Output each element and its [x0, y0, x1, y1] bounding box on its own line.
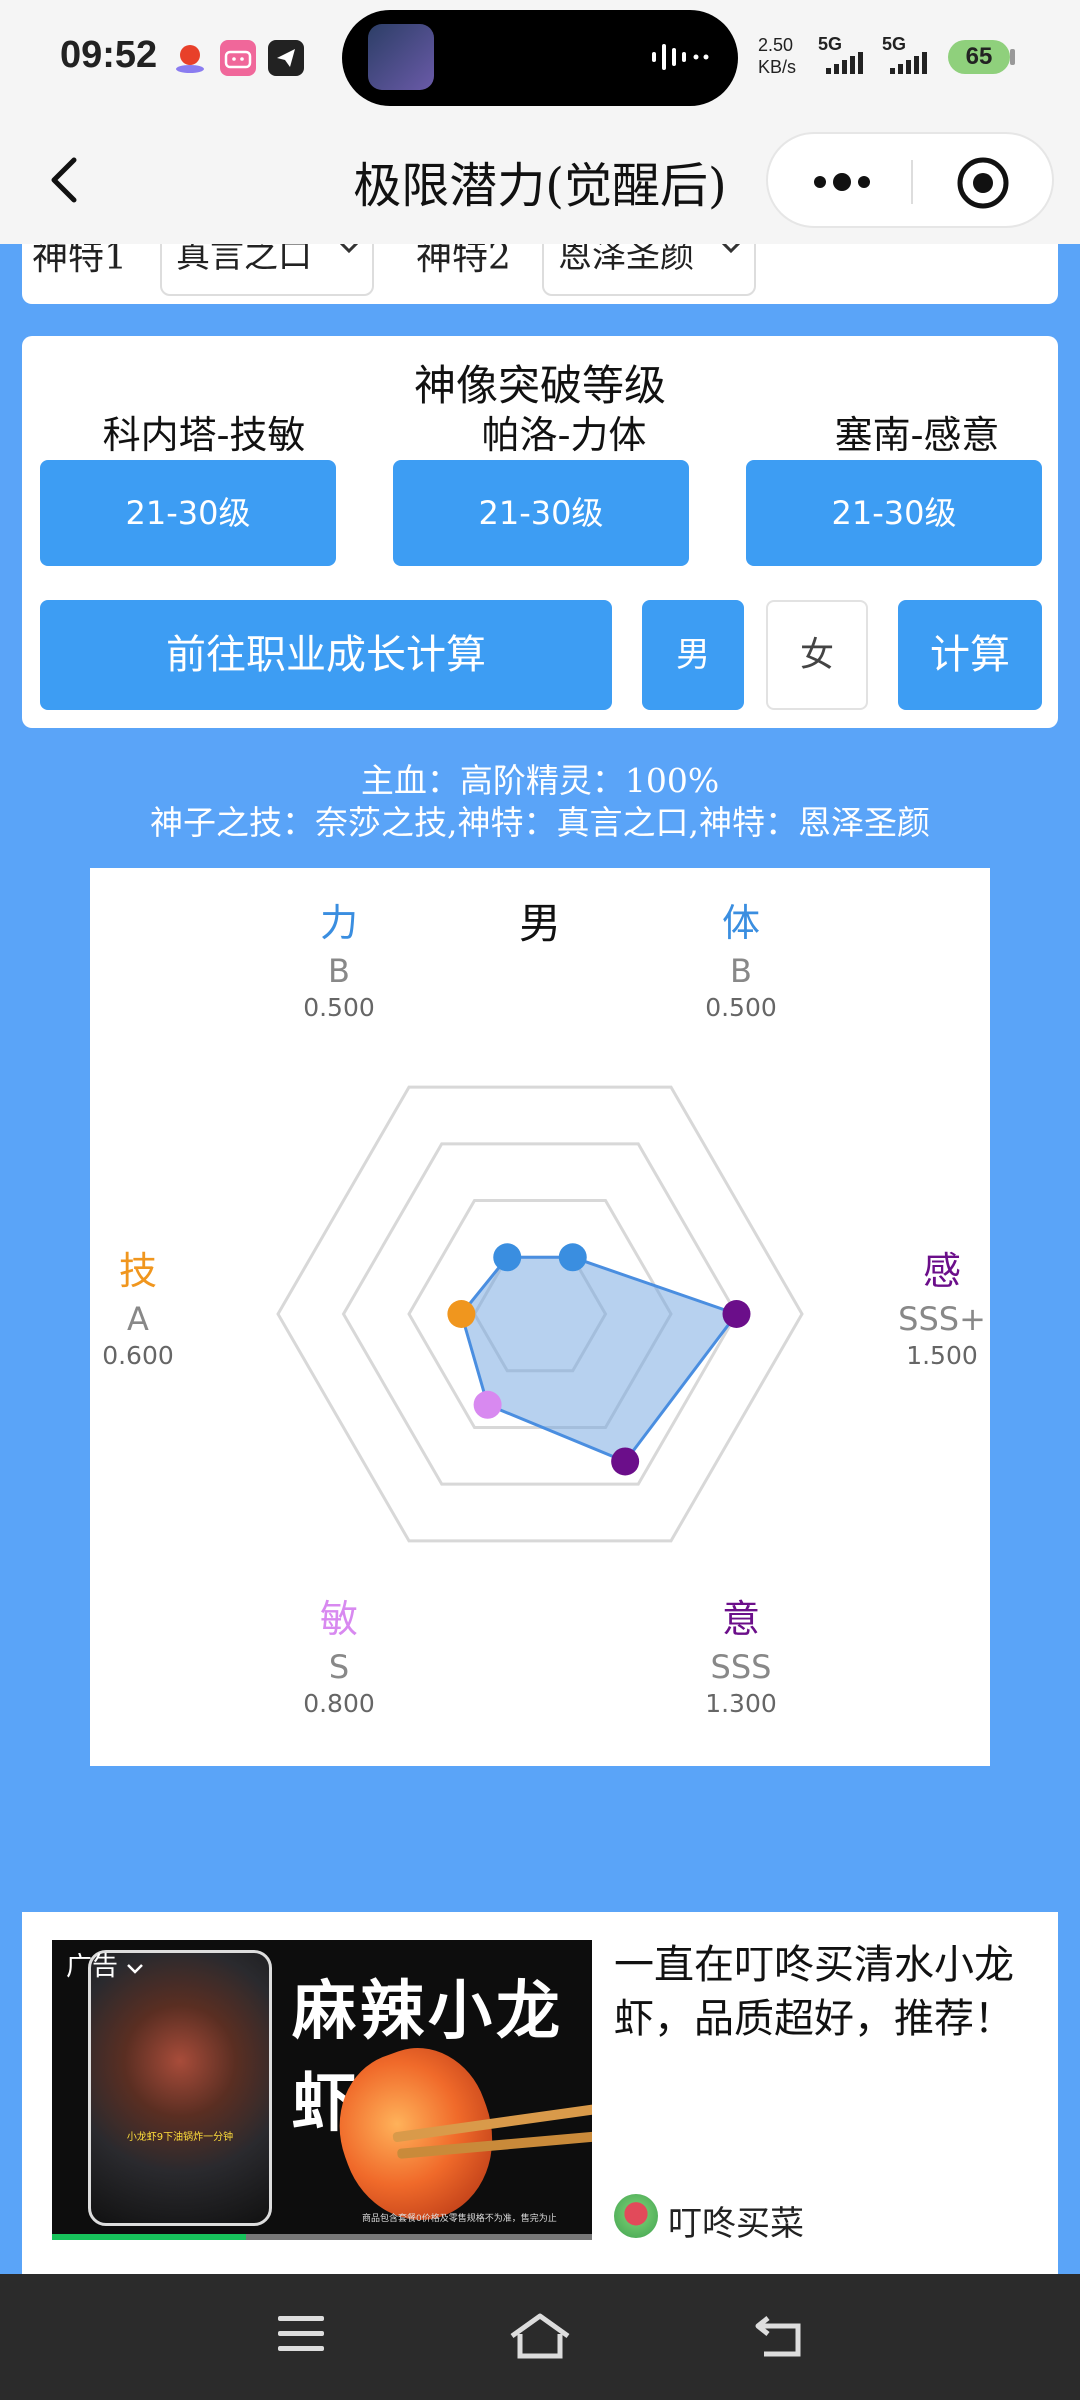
signal1-bars-icon — [826, 52, 863, 74]
ad-card[interactable]: 广告 小龙虾9下油锅炸一分钟 麻辣小龙虾 商品包含套餐0价格及零售规格不为准，售… — [22, 1912, 1058, 2276]
ad-image[interactable]: 广告 小龙虾9下油锅炸一分钟 麻辣小龙虾 商品包含套餐0价格及零售规格不为准，售… — [52, 1940, 592, 2240]
net-speed-unit: KB/s — [758, 57, 797, 77]
chevron-down-icon — [127, 1964, 144, 1974]
radar-point-1 — [493, 1243, 522, 1272]
axis-value-6: 0.600 — [102, 1341, 174, 1370]
trait1-value: 真言之口 — [176, 244, 312, 276]
skill-trait-info: 神子之技：奈莎之技,神特：真言之口,神特：恩泽圣颜 — [150, 803, 930, 842]
bloodline-info: 主血：高阶精灵：100% — [360, 761, 720, 800]
ad-label-text: 广告 — [66, 1952, 119, 1982]
ad-video-thumbnail: 小龙虾9下油锅炸一分钟 — [88, 1950, 272, 2226]
ad-brand[interactable]: 叮咚买菜 — [668, 2196, 804, 2245]
axis-name-4: 意 — [722, 1597, 760, 1641]
radar-shape — [459, 1255, 739, 1464]
notification-icons — [172, 40, 304, 76]
level-button-paluo[interactable]: 21-30级 — [393, 460, 689, 566]
ad-video-caption: 小龙虾9下油锅炸一分钟 — [126, 2132, 234, 2143]
net-speed: 2.50 KB/s — [758, 34, 796, 78]
axis-value-2: 0.500 — [705, 993, 777, 1022]
close-target-icon[interactable] — [956, 156, 1010, 210]
more-icon[interactable] — [810, 168, 874, 196]
ad-text[interactable]: 一直在叮咚买清水小龙虾，品质超好，推荐！ — [614, 1938, 1034, 2046]
battery-icon: 65 — [948, 40, 1010, 74]
news-app-icon — [172, 40, 208, 76]
net-speed-value: 2.50 — [758, 35, 794, 55]
radar-point-5 — [473, 1390, 502, 1419]
bilibili-icon — [220, 40, 256, 76]
home-icon[interactable] — [508, 2312, 572, 2362]
column-label-paluo: 帕洛-力体 — [481, 413, 647, 457]
status-bar: 09:52 2.50 KB/s 5G 5G 65 — [0, 0, 1080, 118]
female-button[interactable]: 女 — [766, 600, 868, 710]
radar-chart-svg: 力B0.500体B0.500感SSS+1.500意SSS1.300敏S0.800… — [102, 899, 986, 1718]
chevron-down-icon — [721, 244, 741, 254]
axis-name-6: 技 — [119, 1249, 157, 1293]
brand-logo-icon — [614, 2194, 658, 2238]
ad-fineprint: 商品包含套餐0价格及零售规格不为准，售完为止 — [362, 2214, 557, 2224]
system-nav-bar — [0, 2274, 1080, 2400]
capsule-divider — [911, 160, 913, 204]
radar-point-3 — [722, 1300, 751, 1328]
level-button-konata[interactable]: 21-30级 — [40, 460, 336, 566]
trait1-label: 神特1 — [32, 244, 127, 278]
axis-grade-4: SSS — [711, 1648, 772, 1686]
trait-selector-card: 神特1 真言之口 神特2 恩泽圣颜 — [22, 244, 1058, 304]
male-button[interactable]: 男 — [642, 600, 744, 710]
media-thumbnail — [368, 24, 434, 90]
trait2-value: 恩泽圣颜 — [558, 244, 694, 276]
status-time: 09:52 — [60, 34, 158, 76]
radar-point-4 — [611, 1447, 640, 1476]
trait2-select[interactable]: 恩泽圣颜 — [542, 244, 756, 296]
axis-grade-2: B — [730, 952, 752, 990]
level-button-sainan[interactable]: 21-30级 — [746, 460, 1042, 566]
chart-title: 男 — [519, 899, 561, 948]
axis-value-4: 1.300 — [705, 1689, 777, 1718]
calculate-button[interactable]: 计算 — [898, 600, 1042, 710]
radar-point-6 — [447, 1300, 476, 1328]
axis-name-2: 体 — [722, 901, 760, 945]
axis-name-5: 敏 — [320, 1597, 358, 1641]
trait2-label: 神特2 — [416, 244, 511, 278]
back-nav-icon[interactable] — [754, 2312, 804, 2358]
axis-grade-3: SSS+ — [898, 1300, 986, 1338]
breakthrough-card: 神像突破等级 科内塔-技敏 帕洛-力体 塞南-感意 21-30级 21-30级 … — [22, 336, 1058, 728]
radar-point-2 — [558, 1243, 587, 1272]
mini-program-capsule — [766, 132, 1054, 228]
axis-name-3: 感 — [923, 1249, 961, 1293]
ad-progress-bar — [52, 2234, 592, 2240]
signal2-bars-icon — [890, 52, 927, 74]
axis-grade-5: S — [329, 1648, 349, 1686]
axis-name-1: 力 — [320, 901, 358, 945]
battery-tip — [1010, 49, 1015, 65]
axis-value-1: 0.500 — [303, 993, 375, 1022]
career-growth-button[interactable]: 前往职业成长计算 — [40, 600, 612, 710]
axis-grade-6: A — [127, 1300, 149, 1338]
axis-value-5: 0.800 — [303, 1689, 375, 1718]
trait1-select[interactable]: 真言之口 — [160, 244, 374, 296]
send-icon — [268, 40, 304, 76]
ad-progress-fill — [52, 2234, 247, 2240]
axis-value-3: 1.500 — [906, 1341, 978, 1370]
ad-label[interactable]: 广告 — [66, 1946, 144, 1983]
radar-chart: 力 B 0.500 体 B 0.500 感 SSS+ 1.500 意 SSS 1.300 敏 S 0.800… — [90, 868, 990, 1766]
menu-icon[interactable] — [276, 2312, 326, 2356]
dynamic-island[interactable] — [342, 10, 738, 106]
column-label-konata: 科内塔-技敏 — [102, 413, 306, 457]
audio-wave-icon — [650, 42, 710, 80]
column-label-sainan: 塞南-感意 — [834, 413, 1000, 457]
radar-area — [459, 1255, 739, 1464]
chevron-down-icon — [339, 244, 359, 254]
axis-grade-1: B — [328, 952, 350, 990]
nav-bar: 极限潜力(觉醒后) — [0, 118, 1080, 244]
